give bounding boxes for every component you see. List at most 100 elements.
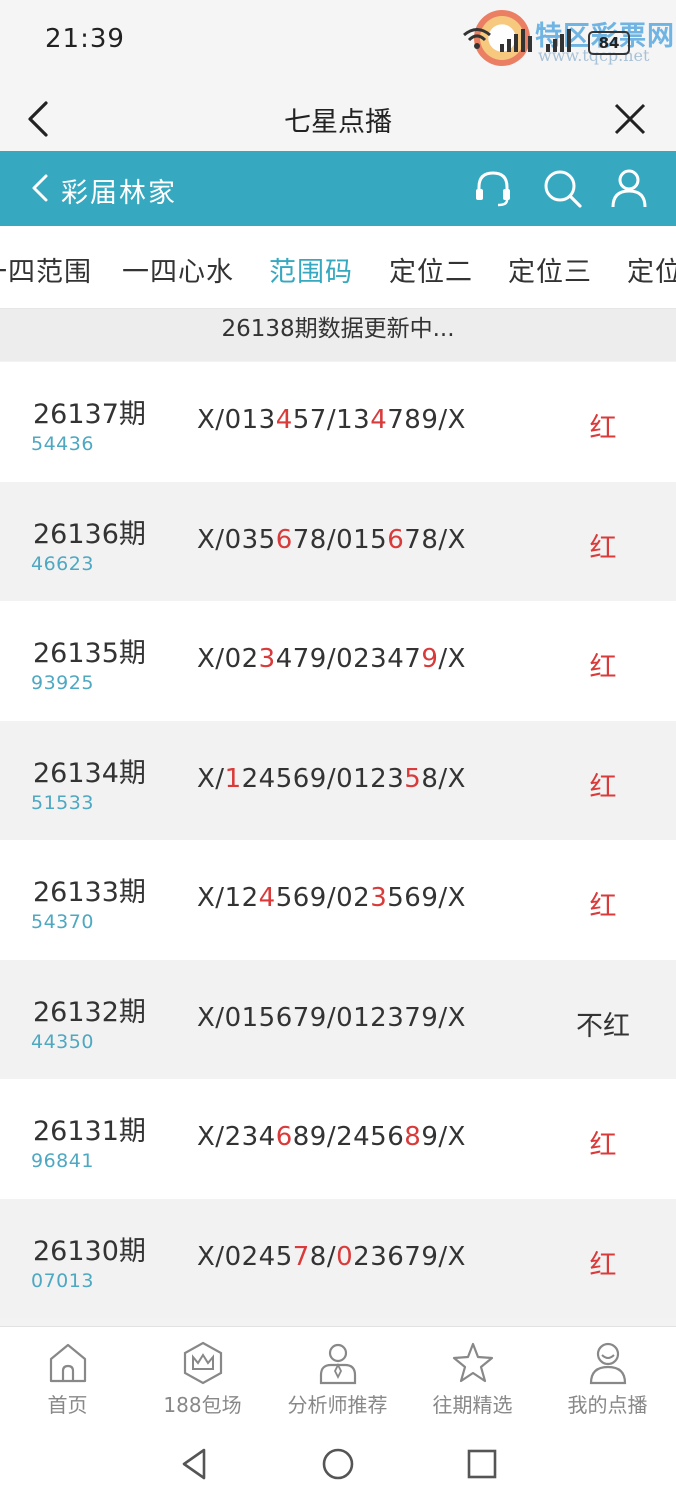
page-title: 七星点播 — [284, 107, 392, 138]
period-label: 26136期 — [33, 518, 146, 550]
result-status: 红 — [589, 413, 617, 444]
tab-position-2[interactable]: 定位二 — [389, 250, 473, 289]
bottom-nav: 首页 188包场 分析师推荐 往期精选 我的点播 — [0, 1326, 676, 1427]
results-list: 26137期 54436 X/013457/134789/X 红 26136期 46623… — [0, 362, 676, 1318]
system-back-icon[interactable] — [178, 1447, 212, 1481]
wifi-icon — [463, 28, 491, 49]
draw-number: 54370 — [31, 911, 94, 933]
table-row[interactable]: 26133期 54370 X/124569/023569/X 红 — [0, 840, 676, 960]
user-icon[interactable] — [608, 167, 650, 209]
draw-number: 54436 — [31, 433, 94, 455]
tab-position[interactable]: 定位 — [627, 250, 676, 289]
code-segment: X/0245 — [197, 1241, 293, 1272]
code-segment: 24569/0123 — [241, 763, 405, 794]
tab-heart-14[interactable]: 一四心水 — [122, 250, 234, 289]
code-segment: X/12 — [197, 883, 259, 913]
close-icon[interactable] — [612, 101, 648, 137]
code-segment: 8/X — [421, 763, 466, 794]
code-segment: 78/X — [404, 524, 466, 555]
home-icon — [49, 1343, 87, 1383]
tab-position-3[interactable]: 定位三 — [508, 250, 592, 289]
range-code: X/013457/134789/X — [197, 405, 466, 435]
code-segment: 569/X — [387, 883, 466, 913]
code-segment: 569/02 — [275, 883, 371, 913]
update-notice-text: 26138期数据更新中... — [221, 316, 455, 342]
result-status: 红 — [589, 771, 617, 803]
code-segment: 8/ — [309, 1241, 337, 1272]
result-status: 红 — [589, 532, 617, 564]
system-recents-icon[interactable] — [465, 1447, 499, 1481]
code-segment: X/ — [197, 763, 225, 794]
hit-digit: 9 — [421, 644, 439, 674]
nav-analyst[interactable]: 分析师推荐 — [270, 1327, 405, 1427]
table-row[interactable]: 26131期 96841 X/234689/245689/X 红 — [0, 1079, 676, 1199]
range-code: X/035678/015678/X — [197, 525, 466, 555]
system-nav — [0, 1427, 676, 1500]
signal-icon — [500, 29, 532, 52]
status-icons — [462, 26, 580, 52]
code-segment: 23679/X — [353, 1241, 466, 1272]
hit-digit: 6 — [387, 524, 405, 555]
range-code: X/124569/023569/X — [197, 883, 466, 913]
nav-my-picks-label: 我的点播 — [567, 1393, 648, 1417]
table-row[interactable]: 26134期 51533 X/124569/012358/X 红 — [0, 720, 676, 840]
period-label: 26130期 — [33, 1235, 146, 1267]
period-label: 26137期 — [33, 399, 146, 430]
nav-home[interactable]: 首页 — [0, 1327, 135, 1427]
range-code: X/015679/012379/X — [197, 1003, 466, 1033]
table-row[interactable]: 26132期 44350 X/015679/012379/X 不红 — [0, 959, 676, 1079]
table-row[interactable]: 26136期 46623 X/035678/015678/X 红 — [0, 481, 676, 601]
site-header: 彩届林家 — [0, 151, 676, 226]
range-code: X/234689/245689/X — [197, 1122, 466, 1152]
range-code: X/023479/023479/X — [197, 644, 466, 674]
range-code: X/024578/023679/X — [197, 1242, 466, 1272]
code-segment: X/015679/012379/X — [197, 1002, 466, 1033]
tab-bar: 一四范围 一四心水 范围码 定位二 定位三 定位 — [0, 226, 676, 309]
period-label: 26131期 — [33, 1116, 146, 1147]
title-bar: 七星点播 — [0, 85, 676, 151]
draw-number: 46623 — [31, 552, 94, 575]
tab-range-14[interactable]: 一四范围 — [0, 250, 92, 289]
nav-home-label: 首页 — [47, 1393, 88, 1417]
headset-icon[interactable] — [472, 167, 514, 209]
signal-2-icon — [546, 29, 571, 52]
star-icon — [452, 1342, 494, 1383]
nav-188[interactable]: 188包场 — [135, 1327, 270, 1427]
nav-analyst-label: 分析师推荐 — [287, 1393, 388, 1417]
status-time: 21:39 — [45, 24, 125, 54]
status-bar: 21:39 特区彩票网 www.tqcp.net 84 — [0, 0, 676, 85]
nav-past-picks[interactable]: 往期精选 — [405, 1327, 540, 1427]
draw-number: 07013 — [31, 1269, 94, 1292]
code-segment: 89/2456 — [292, 1122, 405, 1152]
code-segment: 78/015 — [292, 524, 388, 555]
header-back-label[interactable]: 彩届林家 — [61, 171, 177, 210]
hit-digit: 0 — [336, 1241, 354, 1272]
table-row[interactable]: 26137期 54436 X/013457/134789/X 红 — [0, 362, 676, 482]
result-status: 红 — [589, 1130, 617, 1161]
battery-indicator: 84 — [588, 31, 630, 55]
hit-digit: 4 — [275, 405, 293, 435]
draw-number: 93925 — [31, 672, 94, 694]
crown-icon — [183, 1341, 223, 1385]
search-icon[interactable] — [541, 167, 583, 209]
period-label: 26134期 — [33, 757, 146, 789]
system-home-icon[interactable] — [321, 1447, 355, 1481]
hit-digit: 6 — [275, 524, 293, 555]
table-row[interactable]: 26130期 07013 X/024578/023679/X 红 — [0, 1198, 676, 1318]
result-status: 红 — [589, 1249, 617, 1281]
period-label: 26133期 — [33, 877, 146, 908]
tab-range-code[interactable]: 范围码 — [269, 250, 353, 289]
code-segment: X/234 — [197, 1122, 276, 1152]
nav-my-picks[interactable]: 我的点播 — [540, 1327, 675, 1427]
table-row[interactable]: 26135期 93925 X/023479/023479/X 红 — [0, 601, 676, 721]
hit-digit: 3 — [370, 883, 388, 913]
range-code: X/124569/012358/X — [197, 764, 466, 794]
nav-past-picks-label: 往期精选 — [432, 1393, 513, 1417]
period-label: 26132期 — [33, 996, 146, 1028]
nav-188-label: 188包场 — [163, 1393, 242, 1417]
draw-number: 51533 — [31, 791, 94, 814]
result-status: 不红 — [576, 1010, 630, 1042]
hit-digit: 5 — [404, 763, 422, 794]
chevron-left-icon[interactable] — [28, 172, 52, 204]
code-segment: 789/X — [387, 405, 466, 435]
